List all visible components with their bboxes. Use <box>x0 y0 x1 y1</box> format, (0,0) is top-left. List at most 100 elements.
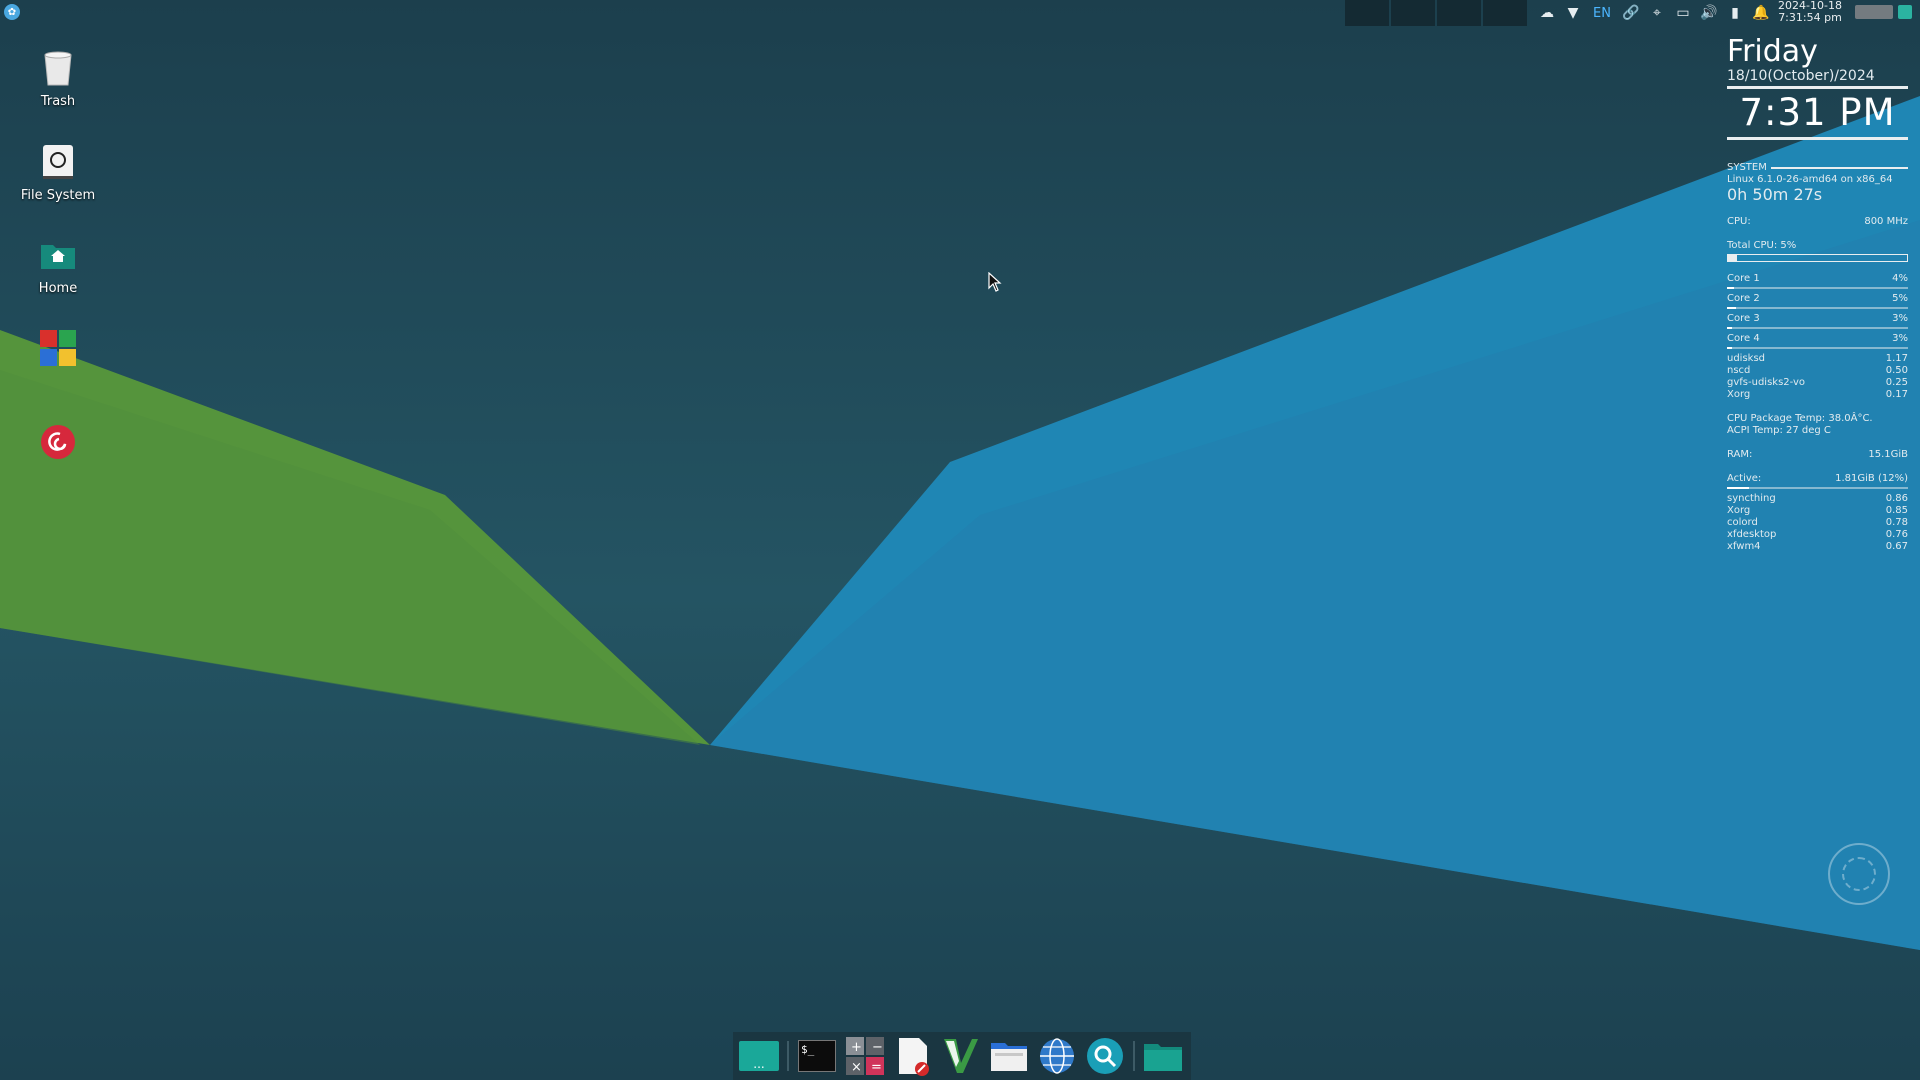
debian-swirl-icon <box>38 422 78 462</box>
link-icon[interactable]: 🔗 <box>1620 2 1642 24</box>
desktop-icon-file-system[interactable]: File System <box>14 142 102 203</box>
workspace-switcher[interactable] <box>1345 0 1529 26</box>
process-value: 1.17 <box>1885 353 1908 364</box>
process-name: Xorg <box>1727 505 1751 516</box>
svg-text:−: − <box>872 1040 883 1055</box>
core-name: Core 3 <box>1727 313 1760 324</box>
dock-separator <box>1133 1041 1135 1071</box>
conky-time: 7:31 PM <box>1739 91 1896 134</box>
system-tray: ☁ ▼ EN 🔗 ⌖ ▭ 🔊 ▮ 🔔 <box>1536 0 1772 26</box>
core-bar <box>1727 307 1908 309</box>
desktop-icon-label: Trash <box>40 94 76 109</box>
system-label: SYSTEM <box>1727 162 1767 173</box>
total-cpu: Total CPU: 5% <box>1727 240 1797 251</box>
process-name: syncthing <box>1727 493 1776 504</box>
volume-icon[interactable]: 🔊 <box>1698 2 1720 24</box>
process-value: 0.67 <box>1885 541 1908 552</box>
core-row: Core 3 3% <box>1727 313 1908 325</box>
search-icon[interactable] <box>1085 1036 1125 1076</box>
language-indicator[interactable]: EN <box>1588 2 1616 24</box>
panel-clock-time: 7:31:54 pm <box>1778 11 1842 24</box>
workspace-4[interactable] <box>1483 0 1527 26</box>
dock: ... $_ + − × = <box>733 1032 1191 1080</box>
file-manager-icon[interactable] <box>989 1036 1029 1076</box>
process-value: 0.85 <box>1885 505 1908 516</box>
process-row: udisksd 1.17 <box>1727 353 1908 365</box>
process-value: 0.25 <box>1885 377 1908 388</box>
cpu-package-temp: CPU Package Temp: 38.0Â°C. <box>1727 413 1873 424</box>
cpu-label: CPU: <box>1727 216 1751 227</box>
notification-bell-icon[interactable]: 🔔 <box>1750 2 1772 24</box>
top-panel: ✿ ☁ ▼ EN 🔗 ⌖ ▭ 🔊 ▮ 🔔 2024-10-18 7:31:54 … <box>0 0 1920 26</box>
process-value: 0.86 <box>1885 493 1908 504</box>
ram-label: RAM: <box>1727 449 1753 460</box>
process-row: nscd 0.50 <box>1727 365 1908 377</box>
process-name: udisksd <box>1727 353 1766 364</box>
drive-icon <box>38 142 78 182</box>
process-row: gvfs-udisks2-vo 0.25 <box>1727 377 1908 389</box>
conky-day: Friday <box>1727 34 1818 69</box>
svg-text:×: × <box>851 1060 862 1075</box>
trash-icon <box>38 48 78 88</box>
process-name: xfwm4 <box>1727 541 1761 552</box>
process-value: 0.50 <box>1885 365 1908 376</box>
process-value: 0.17 <box>1885 389 1908 400</box>
core-name: Core 4 <box>1727 333 1760 344</box>
clipboard-icon[interactable]: ▮ <box>1724 2 1746 24</box>
panel-clock[interactable]: 2024-10-18 7:31:54 pm <box>1770 0 1850 24</box>
process-name: xfdesktop <box>1727 529 1777 540</box>
desktop-icon-debian[interactable] <box>14 422 102 462</box>
text-editor-icon[interactable] <box>893 1036 933 1076</box>
workspace-1[interactable] <box>1345 0 1389 26</box>
calculator-icon[interactable]: + − × = <box>845 1036 885 1076</box>
uptime: 0h 50m 27s <box>1727 185 1823 204</box>
core-name: Core 2 <box>1727 293 1760 304</box>
show-desktop-panel-icon[interactable] <box>1898 5 1912 19</box>
process-value: 0.78 <box>1885 517 1908 528</box>
core-value: 5% <box>1892 293 1908 304</box>
web-browser-icon[interactable] <box>1037 1036 1077 1076</box>
desktop-icon-label: Home <box>38 281 78 296</box>
process-row: xfwm4 0.67 <box>1727 541 1908 553</box>
process-name: Xorg <box>1727 389 1751 400</box>
weather-icon[interactable]: ☁ <box>1536 2 1558 24</box>
desktop-icon-label: File System <box>20 188 96 203</box>
whisker-menu-icon[interactable]: ✿ <box>4 4 20 20</box>
svg-text:+: + <box>851 1040 862 1055</box>
core-name: Core 1 <box>1727 273 1760 284</box>
core-bar <box>1727 327 1908 329</box>
divider <box>1727 86 1908 89</box>
folder-icon[interactable] <box>1143 1036 1183 1076</box>
conky-system-monitor: Friday 18/10(October)/2024 7:31 PM SYSTE… <box>1727 36 1908 553</box>
desktop-icon-trash[interactable]: Trash <box>14 48 102 109</box>
workspace-3[interactable] <box>1437 0 1481 26</box>
location-icon[interactable]: ⌖ <box>1646 2 1668 24</box>
desktop-wallpaper <box>0 0 1920 1080</box>
terminal-icon[interactable]: $_ <box>797 1036 837 1076</box>
core-value: 4% <box>1892 273 1908 284</box>
process-row: Xorg 0.85 <box>1727 505 1908 517</box>
cpu-frequency: 800 MHz <box>1864 216 1908 227</box>
process-row: colord 0.78 <box>1727 517 1908 529</box>
mouse-pointer-icon <box>988 272 1002 292</box>
core-value: 3% <box>1892 313 1908 324</box>
process-name: colord <box>1727 517 1758 528</box>
ram-total: 15.1GiB <box>1868 449 1908 460</box>
floating-circle-button[interactable] <box>1828 843 1890 905</box>
active-mem-label: Active: <box>1727 473 1762 484</box>
show-desktop-icon[interactable]: ... <box>739 1036 779 1076</box>
process-value: 0.76 <box>1885 529 1908 540</box>
process-name: nscd <box>1727 365 1751 376</box>
core-value: 3% <box>1892 333 1908 344</box>
core-row: Core 2 5% <box>1727 293 1908 305</box>
wifi-icon[interactable]: ▼ <box>1562 2 1584 24</box>
vim-icon[interactable] <box>941 1036 981 1076</box>
workspace-2[interactable] <box>1391 0 1435 26</box>
process-row: syncthing 0.86 <box>1727 493 1908 505</box>
desktop-icon-home[interactable]: Home <box>14 235 102 296</box>
battery-icon[interactable] <box>1855 5 1893 19</box>
desktop-icon-apps[interactable] <box>14 328 102 368</box>
core-bar <box>1727 347 1908 349</box>
display-icon[interactable]: ▭ <box>1672 2 1694 24</box>
app-grid-icon <box>38 328 78 368</box>
